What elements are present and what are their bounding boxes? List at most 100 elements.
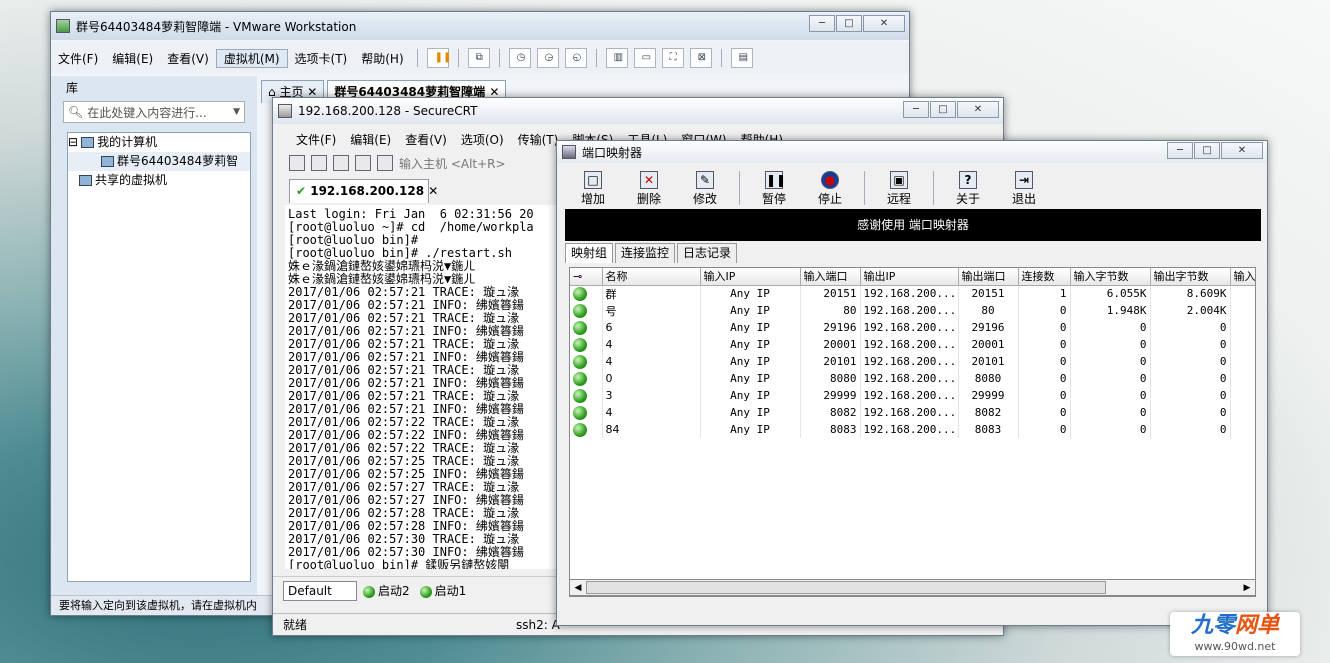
minimize-icon[interactable]: ─ [1167,142,1193,159]
chevron-down-icon[interactable]: ▼ [233,107,240,117]
tree-item-vm[interactable]: 群号64403484萝莉智 [68,152,250,171]
scroll-left-icon[interactable]: ◀ [570,583,586,593]
column-header[interactable]: 输出IP [860,268,959,286]
network-icon[interactable]: ⧉ [467,48,490,68]
table-row[interactable]: 4 Any IP 20101 192.168.200... 20101 0 0 0 [570,353,1255,370]
close-icon[interactable]: ✕ [1221,142,1263,159]
disconnect-icon[interactable] [377,155,393,171]
table-row[interactable]: 84 Any IP 8083 192.168.200... 8083 0 0 0 [570,421,1255,438]
scroll-thumb[interactable] [586,581,1106,594]
table-row[interactable]: 3 Any IP 29999 192.168.200... 29999 0 0 0 [570,387,1255,404]
table-cell: 0 [1018,319,1071,336]
toolbar-label: 退出 [1011,192,1036,206]
connect-icon[interactable] [289,155,305,171]
horizontal-scrollbar[interactable]: ◀ ▶ [569,579,1256,596]
fullscreen-icon[interactable]: ⛶ [661,48,684,68]
tab-log[interactable]: 日志记录 [677,243,738,263]
status-green-icon [573,286,587,301]
toolbar-button-stop[interactable]: ● 停止 [802,171,858,207]
session-icon[interactable] [333,155,349,171]
button-start1[interactable]: 启动1 [419,582,466,599]
table-cell: 3 [602,387,701,404]
tree-item-my-computer[interactable]: ⊟ 我的计算机 [68,133,250,152]
toolbar-button-new[interactable]: □ 增加 [565,171,621,207]
table-cell: 0 [1150,370,1231,387]
vmware-menu-file[interactable]: 文件(F) [51,50,105,67]
status-green-icon [363,585,375,598]
maximize-icon[interactable]: □ [1194,142,1220,159]
snapshot-icon[interactable]: ◷ [508,48,531,68]
table-row[interactable]: 4 Any IP 8082 192.168.200... 8082 0 0 0 [570,404,1255,421]
crt-menu-options[interactable]: 选项(O) [454,131,511,148]
crt-menu-view[interactable]: 查看(V) [398,131,454,148]
pause-icon[interactable]: ❚❚ [426,48,451,68]
column-header[interactable]: 输出端口 [958,268,1019,286]
table-row[interactable]: 6 Any IP 29196 192.168.200... 29196 0 0 0 [570,319,1255,336]
securecrt-titlebar[interactable]: 192.168.200.128 - SecureCRT [273,98,1003,124]
console-view-icon[interactable]: ▭ [633,48,656,68]
session-tab[interactable]: ✔ 192.168.200.128 ✕ [289,179,438,203]
column-header[interactable]: 名称 [602,268,701,286]
table-row[interactable]: 4 Any IP 20001 192.168.200... 20001 0 0 0 [570,336,1255,353]
crt-menu-edit[interactable]: 编辑(E) [343,131,398,148]
tab-connection-monitor[interactable]: 连接监控 [615,243,676,263]
button-bar-select[interactable]: Default [283,580,357,601]
quick-connect-icon[interactable] [311,155,327,171]
vmware-menu-edit[interactable]: 编辑(E) [105,50,160,67]
toolbar-button-help[interactable]: ? 关于 [940,171,996,207]
table-cell: 29196 [958,319,1019,336]
remote-icon: ▣ [890,171,908,189]
toolbar-button-pause[interactable]: ❚❚ 暂停 [746,171,802,207]
host-input[interactable]: 输入主机 <Alt+R> [399,155,506,172]
maximize-icon[interactable]: □ [930,101,956,118]
table-cell: 20001 [958,336,1019,353]
revert-snapshot-icon[interactable]: ◶ [536,48,559,68]
toolbar-button-remote[interactable]: ▣ 远程 [871,171,927,207]
button-start2[interactable]: 启动2 [363,582,410,599]
tab-mapping-group[interactable]: 映射组 [565,243,614,263]
column-header[interactable]: 输入 [1230,268,1255,286]
library-search-input[interactable]: 🔍︎ 在此处键入内容进行... ▼ [63,101,245,123]
sidebar-toggle-icon[interactable]: ▥ [605,48,628,68]
minimize-icon[interactable]: ─ [903,101,929,118]
toolbar-button-exit[interactable]: ⇥ 退出 [996,171,1052,207]
vmware-menu-vm[interactable]: 虚拟机(M) [215,48,288,68]
table-row[interactable]: 号 Any IP 80 192.168.200... 80 0 1.948K 2.004K [570,302,1255,319]
close-icon[interactable]: ✕ [428,184,438,198]
minimize-icon[interactable]: ─ [809,15,835,32]
maximize-icon[interactable]: □ [836,15,862,32]
search-placeholder: 在此处键入内容进行... [87,105,207,120]
vmware-menu-help[interactable]: 帮助(H) [354,50,410,67]
unity-icon[interactable]: ⊠ [689,48,712,68]
scroll-right-icon[interactable]: ▶ [1239,583,1255,593]
vm-icon [101,156,114,167]
table-cell: 20101 [958,353,1019,370]
tree-item-shared[interactable]: 共享的虚拟机 [68,171,250,190]
column-header[interactable]: 连接数 [1018,268,1071,286]
close-icon[interactable]: ✕ [957,101,999,118]
table-row[interactable]: 群 Any IP 20151 192.168.200... 20151 1 6.055K 8.… [570,285,1255,302]
column-header[interactable]: 输入IP [700,268,801,286]
close-icon[interactable]: ✕ [863,15,905,32]
table-row[interactable]: 0 Any IP 8080 192.168.200... 8080 0 0 0 [570,370,1255,387]
table-cell: Any IP [700,353,801,370]
table-cell: 20101 [800,353,861,370]
vmware-menu-tabs[interactable]: 选项卡(T) [288,50,355,67]
column-header[interactable]: 输入字节数 [1070,268,1151,286]
column-header[interactable]: ⊸ [570,268,603,286]
column-header[interactable]: 输入端口 [800,268,861,286]
toolbar-button-delete[interactable]: ✕ 删除 [621,171,677,207]
snapshot-manager-icon[interactable]: ◵ [564,48,587,68]
vmware-titlebar[interactable]: 群号64403484萝莉智障端 - VMware Workstation [51,12,909,40]
table-cell: 192.168.200... [860,285,959,302]
vmware-menu-view[interactable]: 查看(V) [160,50,216,67]
reconnect-icon[interactable] [355,155,371,171]
portmapper-titlebar[interactable]: 端口映射器 [557,141,1267,163]
column-header[interactable]: 输出字节数 [1150,268,1231,286]
toolbar-label: 增加 [580,192,605,206]
toolbar-button-edit[interactable]: ✎ 修改 [677,171,733,207]
thumbnail-icon[interactable]: ▤ [730,48,753,68]
table-cell: 0 [1018,336,1071,353]
crt-menu-file[interactable]: 文件(F) [289,131,343,148]
table-cell: 8082 [800,404,861,421]
